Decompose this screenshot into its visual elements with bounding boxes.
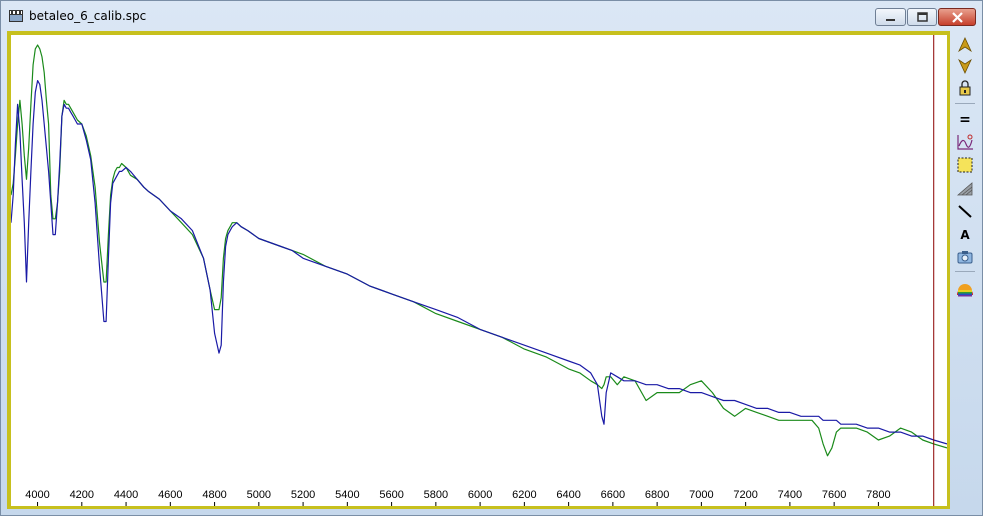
x-tick-label: 7800 <box>866 489 890 501</box>
close-icon <box>952 12 963 23</box>
line-tool-button[interactable] <box>954 201 976 221</box>
equals-button[interactable]: = <box>954 109 976 129</box>
x-tick-label: 6400 <box>556 489 580 501</box>
maximize-icon <box>917 12 928 22</box>
text-tool-button[interactable]: A <box>954 224 976 244</box>
x-tick-label: 5400 <box>335 489 359 501</box>
x-tick-label: 7600 <box>822 489 846 501</box>
select-rect-icon <box>957 157 973 173</box>
curve-chart-icon <box>957 134 973 150</box>
svg-text:=: = <box>959 112 971 128</box>
rainbow-icon <box>957 284 973 297</box>
equals-icon: = <box>959 112 971 128</box>
x-tick-label: 5800 <box>424 489 448 501</box>
line-tool-icon <box>958 205 972 218</box>
spectrum-window: betaleo_6_calib.spc 4000 4200 4400 4600 4800… <box>0 0 983 516</box>
camera-button[interactable] <box>954 247 976 267</box>
x-tick-label: 5000 <box>247 489 271 501</box>
toolbar-separator <box>955 103 975 104</box>
x-tick-label: 6200 <box>512 489 536 501</box>
plot-area[interactable]: 4000 4200 4400 4600 4800 5000 5200 5400 5600 5800… <box>10 35 948 506</box>
x-tick-label: 7200 <box>733 489 757 501</box>
x-tick-label: 7000 <box>689 489 713 501</box>
x-tick-label: 5200 <box>291 489 315 501</box>
arrow-down-button[interactable] <box>954 56 976 76</box>
toolbar-separator <box>955 271 975 272</box>
x-tick-label: 6000 <box>468 489 492 501</box>
select-rect-button[interactable] <box>954 155 976 175</box>
x-tick-label: 4400 <box>114 489 138 501</box>
right-toolbar: = A <box>952 31 978 509</box>
window-title: betaleo_6_calib.spc <box>29 9 147 23</box>
lock-icon <box>959 80 971 96</box>
minimize-button[interactable] <box>875 8 906 26</box>
arrow-up-button[interactable] <box>954 35 976 55</box>
maximize-button[interactable] <box>907 8 937 26</box>
svg-text:A: A <box>960 228 970 242</box>
series-layer <box>10 44 948 457</box>
clapper-icon <box>9 10 23 22</box>
x-tick-label: 6800 <box>645 489 669 501</box>
text-tool-icon: A <box>960 228 970 242</box>
x-tick-label: 4800 <box>202 489 226 501</box>
x-tick-label: 4000 <box>25 489 49 501</box>
arrow-up-icon <box>958 37 972 53</box>
x-tick-label: 6600 <box>601 489 625 501</box>
series-line-blue <box>10 79 948 445</box>
gradient-icon <box>956 182 973 196</box>
gradient-button[interactable] <box>954 178 976 198</box>
close-button[interactable] <box>938 8 976 26</box>
x-tick-label: 4200 <box>70 489 94 501</box>
x-axis-ticks: 4000 4200 4400 4600 4800 5000 5200 5400 5600 5800… <box>25 489 891 506</box>
x-tick-label: 7400 <box>778 489 802 501</box>
curve-chart-button[interactable] <box>954 132 976 152</box>
x-tick-label: 4600 <box>158 489 182 501</box>
spectrum-chart[interactable]: 4000 4200 4400 4600 4800 5000 5200 5400 5600 5800… <box>10 35 948 506</box>
rainbow-button[interactable] <box>954 278 976 298</box>
series-line-green <box>10 44 948 457</box>
lock-button[interactable] <box>954 79 976 99</box>
camera-icon <box>957 251 973 264</box>
x-tick-label: 5600 <box>379 489 403 501</box>
minimize-icon <box>886 19 895 21</box>
title-bar[interactable]: betaleo_6_calib.spc <box>1 1 982 31</box>
arrow-down-icon <box>958 58 972 74</box>
